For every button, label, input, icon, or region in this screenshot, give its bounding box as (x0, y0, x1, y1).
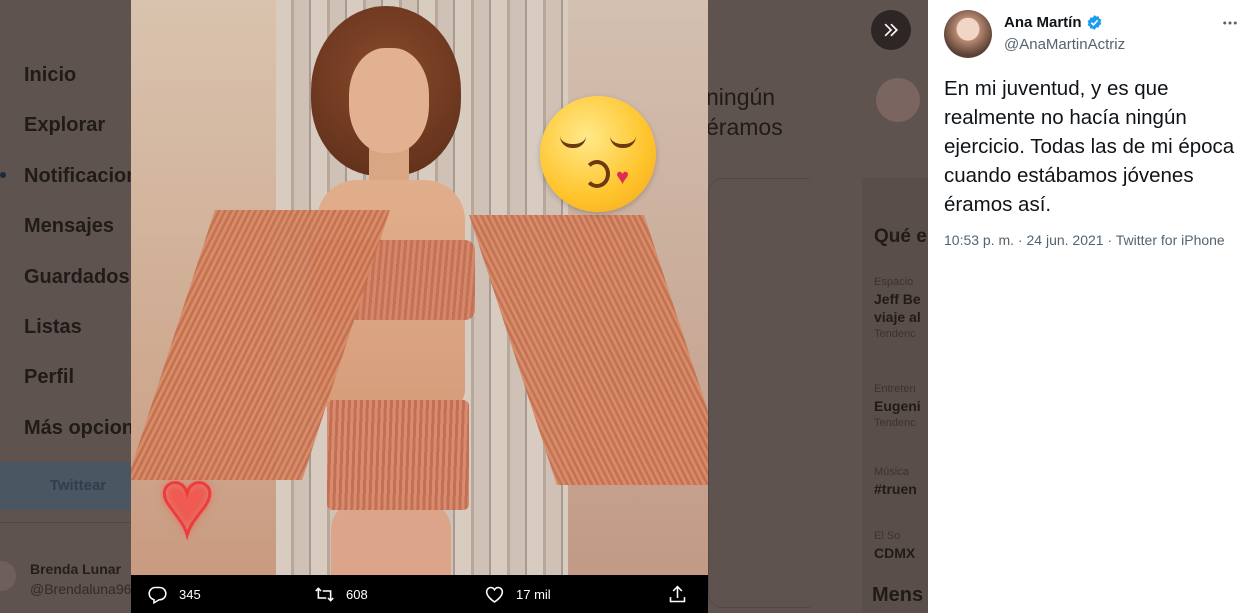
trend-title: Jeff Be (874, 291, 921, 307)
double-chevron-right-icon (884, 23, 899, 37)
tweet-source: Twitter for iPhone (1115, 232, 1225, 248)
emoji-heart-icon: ♥ (616, 164, 630, 189)
author-name[interactable]: Ana Martín (1004, 14, 1103, 31)
sidebar-nav: Inicio Explorar Notificaciones Mensajes … (0, 50, 161, 453)
account-handle: @Brendaluna96 (30, 581, 132, 597)
meta-separator: · (1103, 232, 1116, 248)
trend-item: El So CDMX (874, 528, 915, 562)
nav-item-messages: Mensajes (24, 215, 115, 238)
tweet-time: 10:53 p. m. (944, 232, 1015, 248)
emoji-eye (560, 136, 586, 148)
trend-item: Música #truen (874, 464, 917, 498)
trend-context: El So (874, 530, 901, 542)
tweet-detail-panel: Ana Martín @AnaMartinActriz En mi juvent… (928, 0, 1253, 613)
trends-title: Qué e (874, 226, 927, 247)
author-name-text: Ana Martín (1004, 14, 1082, 31)
notification-dot (0, 172, 6, 178)
like-count: 17 mil (516, 586, 551, 602)
trend-title: viaje al (874, 309, 921, 325)
photo-skirt (327, 400, 469, 510)
trend-item: Entreten Eugeni Tendenc (874, 381, 921, 431)
trend-title: Eugeni (874, 398, 921, 414)
like-button[interactable]: 17 mil (484, 575, 551, 613)
retweet-icon (315, 586, 334, 602)
account-switcher: Brenda Lunar @Brendaluna96 (0, 555, 140, 605)
collapse-panel-button[interactable] (871, 10, 911, 50)
nav-item-more: Más opciones (24, 416, 157, 439)
faded-media-card (708, 178, 810, 608)
media-action-bar: 345 608 17 mil (131, 575, 708, 613)
tweet-button: Twittear (0, 462, 140, 510)
nav-item-explore: Explorar (24, 114, 106, 137)
emoji-eye (610, 136, 636, 148)
photo-legs (331, 500, 451, 575)
account-name: Brenda Lunar (30, 561, 122, 577)
trend-context: Entreten (874, 383, 916, 395)
meta-separator: · (1014, 232, 1027, 248)
heart-icon (485, 586, 504, 603)
reply-count: 345 (179, 586, 201, 602)
more-options-button[interactable] (1215, 8, 1245, 38)
tweet-text: En mi juventud, y es que realmente no ha… (944, 77, 1235, 216)
trend-meta: Tendenc (874, 417, 916, 429)
faded-tweet-text: ningún éramos (706, 84, 783, 140)
more-dots-icon (1223, 21, 1237, 25)
trend-item: Espacio Jeff Be viaje al Tendenc (874, 274, 921, 342)
share-button[interactable] (667, 575, 699, 613)
tweet-timestamp-link[interactable]: 10:53 p. m. · 24 jun. 2021 (944, 232, 1104, 248)
trends-panel: Qué e Espacio Jeff Be viaje al Tendenc E… (862, 178, 928, 613)
nav-item-home: Inicio (24, 64, 77, 86)
trend-title: #truen (874, 481, 917, 497)
avatar (876, 78, 920, 122)
tweet-metadata: 10:53 p. m. · 24 jun. 2021 · Twitter for… (944, 230, 1244, 250)
trend-title: CDMX (874, 545, 916, 561)
avatar (0, 561, 16, 591)
trend-meta: Tendenc (874, 328, 916, 340)
trend-context: Espacio (874, 276, 914, 288)
author-handle[interactable]: @AnaMartinActriz (1004, 36, 1125, 53)
messages-drawer-title: Mens (872, 584, 924, 606)
tweet-date: 24 jun. 2021 (1026, 232, 1104, 248)
retweet-count: 608 (346, 586, 368, 602)
nav-item-bookmarks: Guardados (24, 265, 130, 288)
divider (0, 522, 140, 523)
nav-item-notifications: Notificaciones (24, 164, 161, 187)
kissing-emoji-sticker-icon: ♥ (540, 96, 656, 212)
share-icon (669, 585, 686, 602)
trend-context: Música (874, 466, 909, 478)
verified-badge-icon (1087, 15, 1101, 30)
media-image[interactable]: ♥ ♥ (131, 0, 708, 575)
reply-button[interactable]: 345 (147, 575, 201, 613)
avatar[interactable] (944, 10, 992, 58)
heart-outline-sticker-icon: ♥ (158, 452, 216, 554)
reply-icon (148, 586, 167, 604)
photo-face (349, 48, 429, 153)
retweet-button[interactable]: 608 (314, 575, 368, 613)
nav-item-lists: Listas (24, 315, 82, 338)
nav-item-profile: Perfil (24, 366, 75, 389)
emoji-mouth (584, 160, 610, 188)
